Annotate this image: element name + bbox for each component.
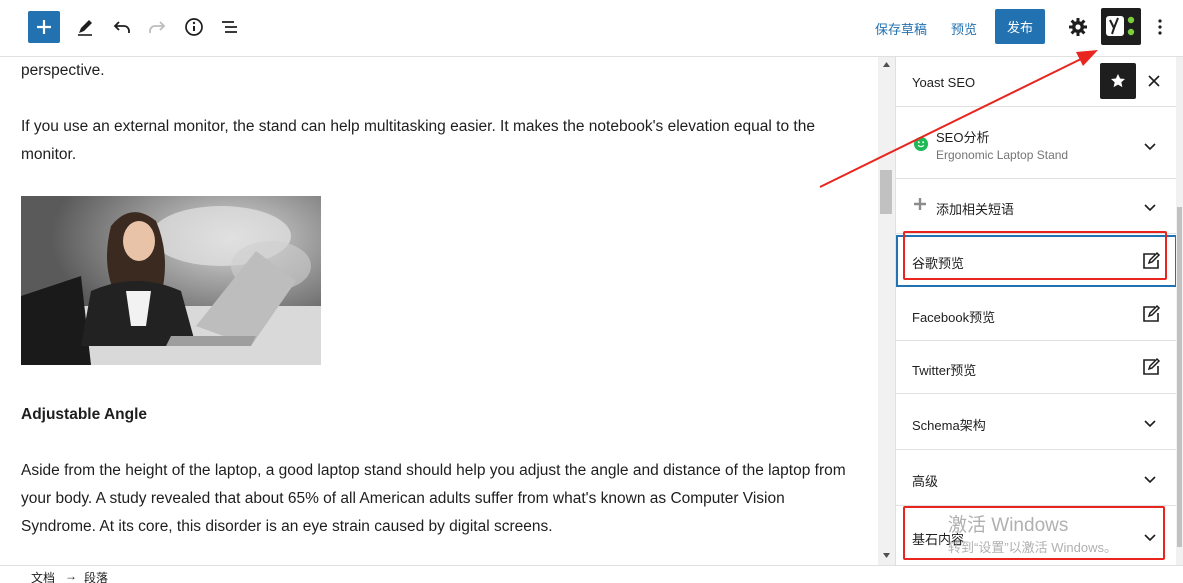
- annotation-arrow: [819, 50, 1098, 188]
- windows-activation-watermark: 激活 Windows: [948, 515, 1069, 536]
- windows-activation-hint: 转到“设置”以激活 Windows。: [948, 540, 1118, 555]
